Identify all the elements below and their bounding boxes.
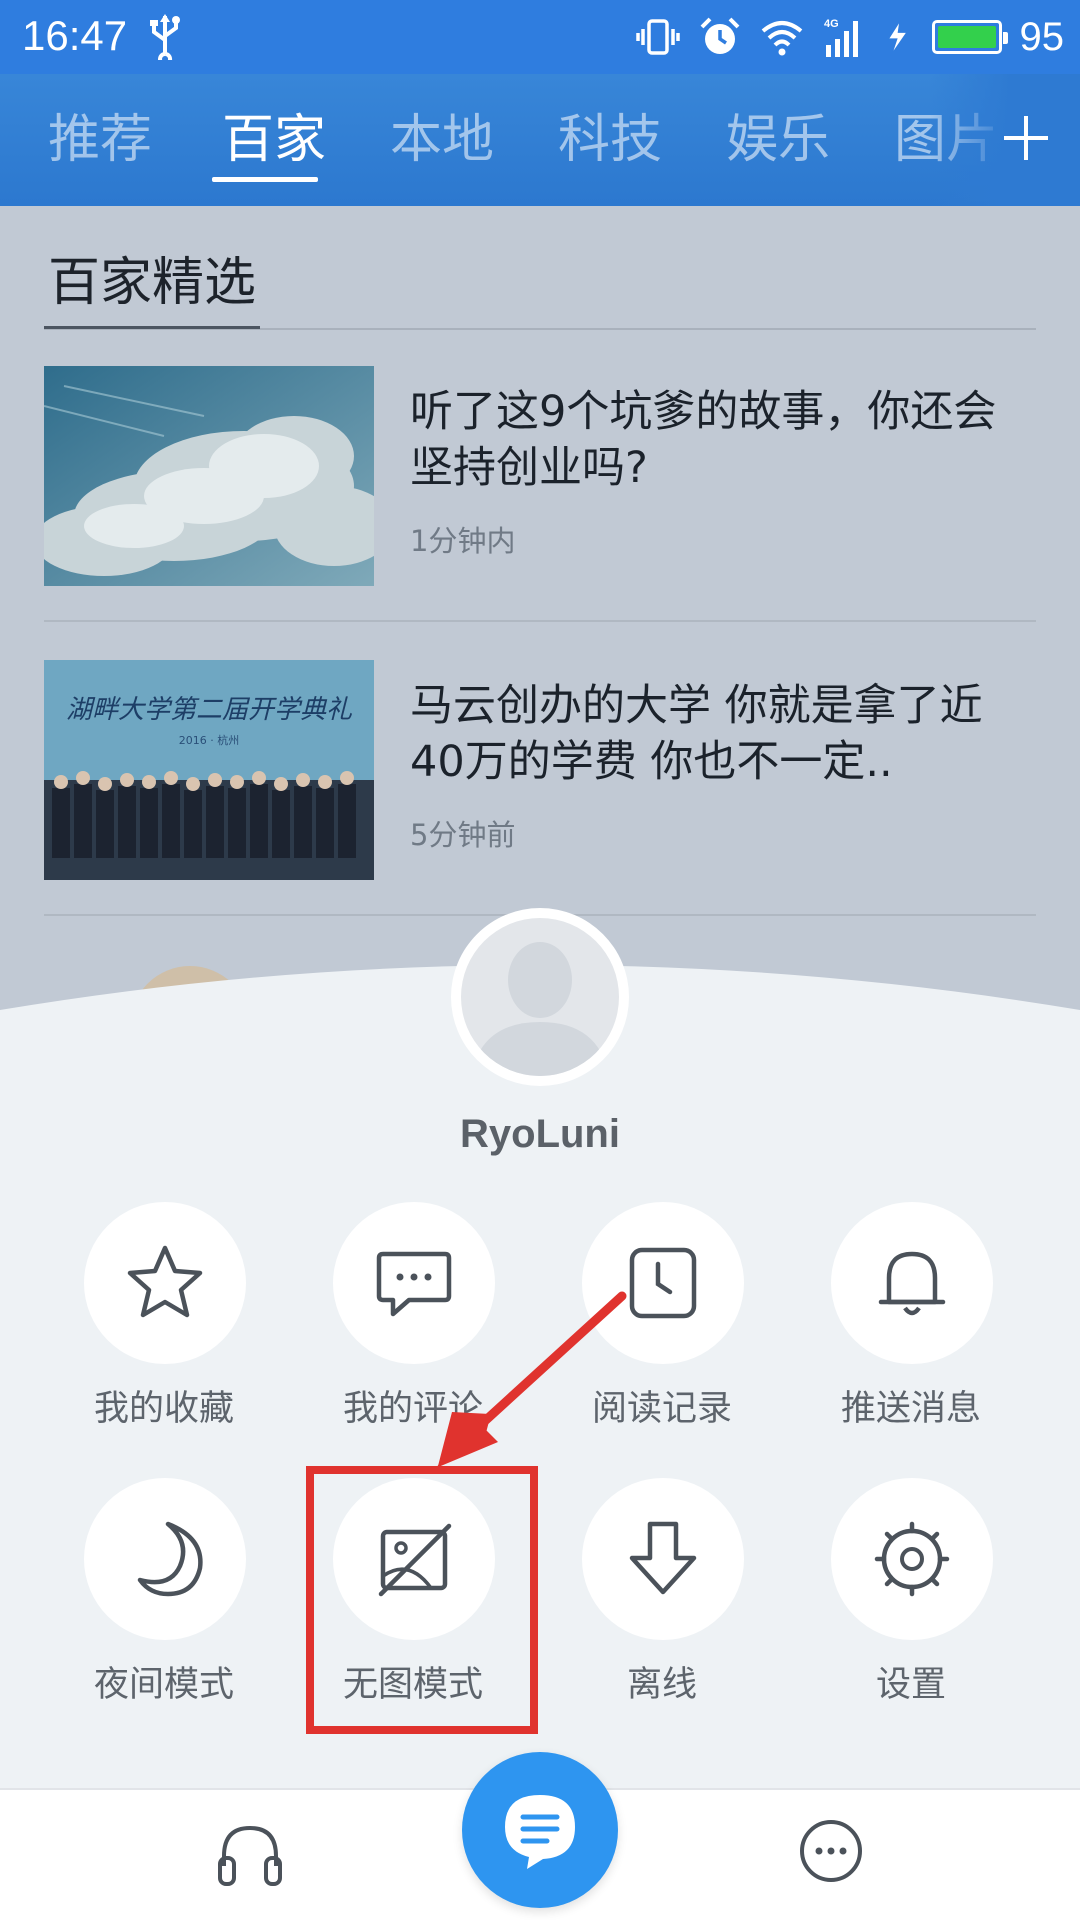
signal-4g-icon: 4G (824, 18, 858, 57)
default-avatar-icon (471, 942, 609, 1076)
annotation-arrow (436, 1291, 627, 1468)
article-time: 1分钟内 (410, 524, 516, 558)
menu-label: 离线 (626, 1665, 697, 1705)
thumb-subtitle-text: 2016 · 杭州 (179, 733, 239, 747)
tab-local[interactable]: 本地 (358, 74, 526, 206)
avatar[interactable] (451, 908, 629, 1086)
download-icon (629, 1521, 697, 1595)
charging-icon (888, 23, 906, 51)
more-icon[interactable] (798, 1818, 864, 1884)
menu-label: 设置 (875, 1665, 946, 1705)
article-divider (44, 620, 1036, 622)
menu-offline[interactable]: 离线 (562, 1478, 762, 1728)
channel-tab-bar: 推荐 百家 本地 科技 娱乐 图片 (0, 74, 1080, 206)
alarm-icon (700, 17, 739, 54)
status-time: 16:47 (22, 12, 128, 59)
bell-icon (878, 1251, 946, 1316)
status-bar: 16:47 4G 95 (0, 0, 1080, 74)
tab-baijia[interactable]: 百家 (190, 74, 358, 206)
menu-label: 夜间模式 (93, 1665, 234, 1705)
article-thumbnail: 湖畔大学第二届开学典礼 2016 · 杭州 (44, 660, 374, 880)
wifi-icon (761, 21, 802, 56)
battery-icon (931, 20, 1008, 54)
tab-tech[interactable]: 科技 (526, 74, 694, 206)
menu-settings[interactable]: 设置 (811, 1478, 1011, 1728)
message-fab[interactable] (462, 1752, 618, 1908)
add-channel-icon[interactable] (1000, 112, 1052, 164)
clock-icon (629, 1247, 697, 1319)
menu-label: 我的收藏 (93, 1389, 234, 1429)
gear-icon (874, 1521, 950, 1597)
article-item[interactable]: 湖畔大学第二届开学典礼 2016 · 杭州 马云创办的大学 你就是拿了近40万的… (44, 660, 1036, 916)
message-icon (505, 1795, 575, 1869)
annotation-highlight-box (306, 1466, 538, 1734)
article-title: 听了这9个坑爹的故事，你还会坚持创业吗? (410, 387, 997, 493)
section-title-underline (44, 326, 260, 329)
menu-night-mode[interactable]: 夜间模式 (64, 1478, 264, 1728)
tab-entertainment[interactable]: 娱乐 (694, 74, 862, 206)
menu-label: 推送消息 (840, 1389, 981, 1429)
menu-favorites[interactable]: 我的收藏 (64, 1202, 264, 1452)
vibrate-icon (635, 19, 680, 55)
thumb-banner-text: 湖畔大学第二届开学典礼 (66, 695, 353, 725)
article-thumbnail (44, 366, 374, 586)
moon-icon (137, 1521, 203, 1597)
svg-text:4G: 4G (824, 18, 839, 30)
article-time: 5分钟前 (410, 818, 516, 852)
usb-icon (150, 14, 180, 60)
article-item[interactable]: 听了这9个坑爹的故事，你还会坚持创业吗? 1分钟内 (44, 366, 1036, 622)
article-title: 马云创办的大学 你就是拿了近40万的学费 你也不一定.. (410, 681, 983, 787)
headphones-icon[interactable] (214, 1818, 286, 1890)
username: RyoLuni (460, 1112, 620, 1156)
battery-percent: 95 (1019, 14, 1065, 59)
menu-notifications[interactable]: 推送消息 (811, 1202, 1011, 1452)
tab-recommend[interactable]: 推荐 (0, 74, 190, 206)
status-icons: 4G 95 (635, 10, 1065, 64)
star-icon (127, 1245, 203, 1318)
section-title: 百家精选 (48, 253, 257, 313)
